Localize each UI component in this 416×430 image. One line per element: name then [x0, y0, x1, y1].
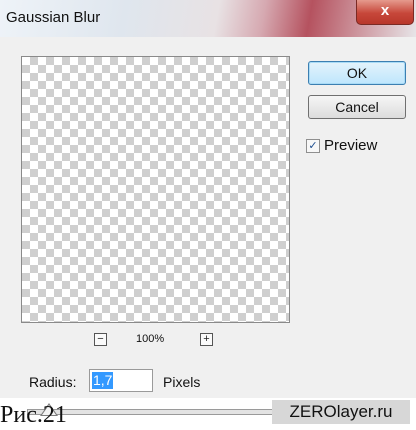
radius-value[interactable]: 1,7: [92, 372, 114, 389]
gaussian-blur-dialog: Gaussian Blur x − 100% + OK Cancel ✓ Pre…: [0, 0, 416, 398]
cancel-button[interactable]: Cancel: [308, 95, 406, 119]
preview-label[interactable]: Preview: [324, 137, 377, 154]
preview-canvas[interactable]: [21, 56, 290, 323]
checkmark-icon: ✓: [308, 140, 318, 152]
minus-icon: −: [97, 333, 104, 345]
zoom-level: 100%: [136, 333, 165, 345]
units-label: Pixels: [163, 374, 201, 390]
close-icon: x: [380, 2, 390, 19]
radius-input[interactable]: 1,7: [89, 369, 153, 392]
zoom-in-button[interactable]: +: [200, 333, 213, 346]
preview-checkbox[interactable]: ✓: [306, 139, 320, 153]
dialog-title: Gaussian Blur: [6, 9, 101, 26]
zoom-out-button[interactable]: −: [94, 333, 107, 346]
watermark: ZEROlayer.ru: [272, 400, 410, 424]
title-bar[interactable]: Gaussian Blur x: [0, 0, 416, 37]
radius-label: Radius:: [29, 374, 77, 390]
ok-button[interactable]: OK: [308, 61, 406, 85]
figure-caption: Рис.21: [0, 402, 67, 428]
plus-icon: +: [203, 333, 210, 345]
close-button[interactable]: x: [356, 0, 414, 25]
